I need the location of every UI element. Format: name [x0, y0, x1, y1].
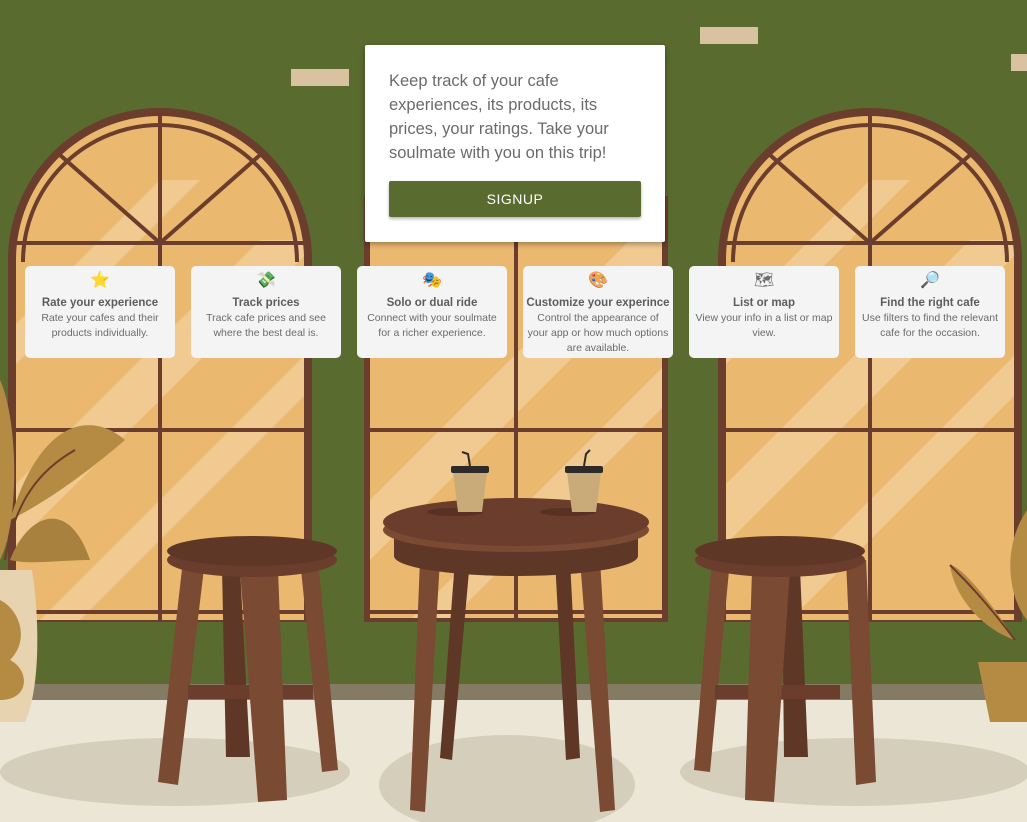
feature-title: Rate your experience — [41, 297, 159, 309]
star-icon: ⭐ — [90, 272, 110, 289]
feature-card-solo-dual: 🎭 Solo or dual ride Connect with your so… — [357, 266, 507, 358]
feature-description: Connect with your soulmate for a richer … — [367, 312, 497, 339]
floor-shadow — [680, 738, 1027, 806]
money-icon: 💸 — [256, 272, 276, 289]
wall-brick — [700, 27, 758, 44]
intro-card: Keep track of your cafe experiences, its… — [365, 45, 665, 242]
feature-description: Use filters to find the relevant cafe fo… — [862, 312, 998, 339]
intro-text: Keep track of your cafe experiences, its… — [389, 72, 609, 162]
masks-icon: 🎭 — [422, 272, 442, 289]
feature-card-customize: 🎨 Customize your experince Control the a… — [523, 266, 673, 358]
feature-card-find-cafe: 🔎 Find the right cafe Use filters to fin… — [855, 266, 1005, 358]
feature-card-prices: 💸 Track prices Track cafe prices and see… — [191, 266, 341, 358]
feature-title: Customize your experince — [526, 297, 670, 309]
feature-title: Solo or dual ride — [386, 297, 478, 309]
palette-icon: 🎨 — [588, 272, 608, 289]
feature-title: Track prices — [232, 297, 300, 309]
signup-button[interactable]: SIGNUP — [389, 181, 641, 217]
magnifier-icon: 🔎 — [920, 272, 940, 289]
feature-title: Find the right cafe — [880, 297, 980, 309]
feature-description: View your info in a list or map view. — [695, 312, 833, 339]
baseboard — [0, 684, 1027, 702]
wall-brick — [1011, 54, 1027, 71]
feature-card-rate: ⭐ Rate your experience Rate your cafes a… — [25, 266, 175, 358]
feature-card-list-map: 🗺 List or map View your info in a list o… — [689, 266, 839, 358]
feature-description: Track cafe prices and see where the best… — [206, 312, 326, 339]
wall-brick — [291, 69, 349, 86]
feature-title: List or map — [733, 297, 795, 309]
feature-description: Rate your cafes and their products indiv… — [41, 312, 159, 339]
feature-description: Control the appearance of your app or ho… — [527, 312, 669, 354]
world-map-icon: 🗺 — [753, 272, 775, 289]
